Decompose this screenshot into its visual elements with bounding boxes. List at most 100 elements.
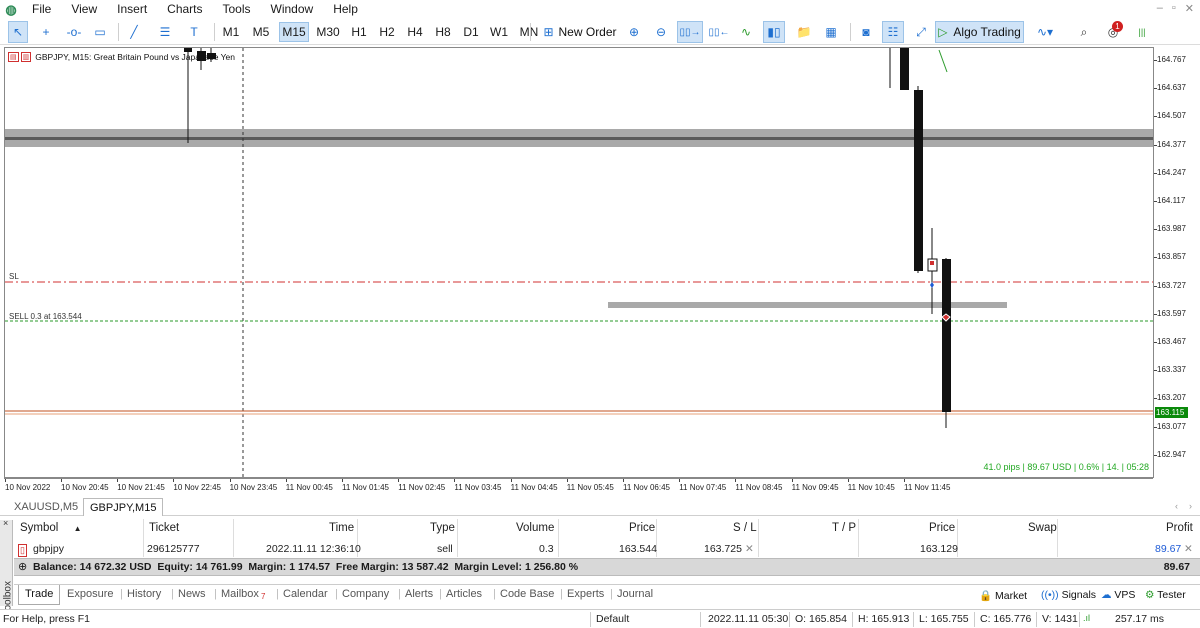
signal-strength-icon: ||| bbox=[1138, 27, 1146, 37]
rectangle-tool-icon[interactable]: ▭ bbox=[90, 21, 110, 43]
col-type[interactable]: Type bbox=[430, 522, 455, 534]
chart-tab-xauusd[interactable]: XAUUSD,M5 bbox=[8, 498, 84, 516]
tab-articles[interactable]: Articles bbox=[446, 588, 482, 600]
menu-tools[interactable]: Tools bbox=[213, 0, 261, 19]
timeframe-h2[interactable]: H2 bbox=[375, 22, 399, 42]
trendline-icon[interactable]: ╱ bbox=[124, 21, 144, 43]
crosshair-icon[interactable]: + bbox=[36, 21, 56, 43]
price-label: 164.637 bbox=[1157, 83, 1186, 93]
tab-calendar[interactable]: Calendar bbox=[283, 588, 328, 600]
minimize-icon[interactable]: – bbox=[1157, 2, 1163, 15]
timeframe-h1[interactable]: H1 bbox=[347, 22, 371, 42]
templates-icon[interactable]: 📁 bbox=[793, 21, 815, 43]
timeframe-h4[interactable]: H4 bbox=[403, 22, 427, 42]
timeframe-mn[interactable]: MN bbox=[515, 22, 543, 42]
time-label: 11 Nov 02:45 bbox=[398, 483, 446, 492]
menu-view[interactable]: View bbox=[61, 0, 107, 19]
tab-exposure[interactable]: Exposure bbox=[67, 588, 113, 600]
chart-area[interactable]: ▤ ▥ GBPJPY, M15: Great Britain Pound vs … bbox=[4, 47, 1153, 478]
tab-company[interactable]: Company bbox=[342, 588, 389, 600]
tab-mailbox[interactable]: Mailbox bbox=[221, 588, 259, 600]
time-tick bbox=[735, 479, 737, 482]
status-ping[interactable]: 257.17 ms bbox=[1115, 613, 1164, 625]
profit-info-label: 41.0 pips | 89.67 USD | 0.6% | 14. | 05:… bbox=[983, 462, 1149, 472]
toolbox-side-label[interactable]: × Toolbox bbox=[0, 518, 14, 616]
time-label: 10 Nov 22:45 bbox=[173, 483, 221, 492]
status-profile[interactable]: Default bbox=[596, 613, 629, 625]
menu-help[interactable]: Help bbox=[323, 0, 368, 19]
col-volume[interactable]: Volume bbox=[516, 522, 554, 534]
col-swap[interactable]: Swap bbox=[1028, 522, 1057, 534]
time-tick bbox=[285, 479, 287, 482]
menu-charts[interactable]: Charts bbox=[157, 0, 212, 19]
new-order-button[interactable]: ⊞ New Order bbox=[542, 21, 618, 43]
col-sl[interactable]: S / L bbox=[733, 522, 757, 534]
tabs-scroll-right-icon[interactable]: › bbox=[1189, 501, 1192, 511]
balance-add-icon[interactable]: ⊕ bbox=[18, 560, 27, 573]
col-time[interactable]: Time bbox=[329, 522, 354, 534]
candles-icon[interactable]: ▮▯ bbox=[763, 21, 785, 43]
autoscroll-icon[interactable]: ▯▯→ bbox=[677, 21, 703, 43]
chart-tab-gbpjpy[interactable]: GBPJPY,M15 bbox=[83, 498, 164, 516]
remove-sl-icon[interactable]: ✕ bbox=[745, 543, 754, 555]
tab-trade[interactable]: Trade bbox=[18, 585, 61, 605]
restore-icon[interactable]: ▫ bbox=[1172, 2, 1176, 15]
screenshot-icon[interactable]: ◙ bbox=[855, 21, 877, 43]
fullscreen-icon[interactable]: ⤢ bbox=[910, 21, 932, 43]
timeframe-m15[interactable]: M15 bbox=[279, 22, 309, 42]
close-icon[interactable]: ✕ bbox=[1185, 2, 1194, 15]
menu-file[interactable]: File bbox=[22, 0, 61, 19]
timeframe-m30[interactable]: M30 bbox=[313, 22, 343, 42]
window-controls: – ▫ ✕ bbox=[1157, 2, 1194, 15]
notifications-icon[interactable]: ◎ 1 bbox=[1102, 21, 1124, 43]
line-chart-icon[interactable]: ∿ bbox=[736, 21, 756, 43]
tester-link[interactable]: ⚙ Tester bbox=[1145, 589, 1186, 601]
timeframe-m1[interactable]: M1 bbox=[219, 22, 243, 42]
cursor-icon[interactable]: ↖ bbox=[8, 21, 28, 43]
tab-separator: | bbox=[120, 588, 123, 600]
price-axis[interactable]: 164.767 164.637 164.507 164.377 164.247 164.1… bbox=[1153, 47, 1200, 478]
fibonacci-icon[interactable]: ☰ bbox=[155, 21, 175, 43]
timeframe-m5[interactable]: M5 bbox=[247, 22, 275, 42]
tab-journal[interactable]: Journal bbox=[617, 588, 653, 600]
col-tp[interactable]: T / P bbox=[832, 522, 856, 534]
time-label: 11 Nov 01:45 bbox=[342, 483, 389, 492]
tab-separator: | bbox=[610, 588, 613, 600]
tile-windows-icon[interactable]: ▦ bbox=[820, 21, 842, 43]
text-tool-icon[interactable]: T bbox=[184, 21, 204, 43]
algo-trading-button[interactable]: ▷ Algo Trading bbox=[935, 21, 1024, 43]
col-price-current[interactable]: Price bbox=[929, 522, 955, 534]
tabs-scroll-left-icon[interactable]: ‹ bbox=[1175, 501, 1178, 511]
tab-alerts[interactable]: Alerts bbox=[405, 588, 433, 600]
close-position-icon[interactable]: ✕ bbox=[1184, 543, 1193, 555]
col-price[interactable]: Price bbox=[629, 522, 655, 534]
hline-tool-icon[interactable]: -o- bbox=[62, 21, 86, 43]
timeframe-d1[interactable]: D1 bbox=[459, 22, 483, 42]
depth-of-market-icon[interactable]: ☷ bbox=[882, 21, 904, 43]
menu-insert[interactable]: Insert bbox=[107, 0, 157, 19]
signals-link[interactable]: ((•)) Signals bbox=[1041, 589, 1096, 601]
tab-code-base[interactable]: Code Base bbox=[500, 588, 554, 600]
chart-symbol-title: GBPJPY, M15: Great Britain Pound vs Japa… bbox=[35, 52, 235, 62]
col-ticket[interactable]: Ticket bbox=[149, 522, 179, 534]
drawn-trendline[interactable] bbox=[938, 49, 948, 73]
col-symbol[interactable]: Symbol ▲ bbox=[20, 522, 81, 534]
col-profit[interactable]: Profit bbox=[1166, 522, 1193, 534]
sell-position-icon: ▯ bbox=[18, 544, 27, 557]
tab-news[interactable]: News bbox=[178, 588, 206, 600]
row-ticket: 296125777 bbox=[147, 543, 200, 555]
zoom-in-icon[interactable]: ⊕ bbox=[624, 21, 644, 43]
search-icon[interactable]: ⌕ bbox=[1074, 21, 1094, 43]
zoom-out-icon[interactable]: ⊖ bbox=[651, 21, 671, 43]
timeframe-h8[interactable]: H8 bbox=[431, 22, 455, 42]
chart-shift-icon[interactable]: ▯▯← bbox=[706, 21, 732, 43]
tab-history[interactable]: History bbox=[127, 588, 161, 600]
market-link[interactable]: 🔒 Market bbox=[979, 589, 1027, 602]
time-axis[interactable]: 10 Nov 2022 10 Nov 20:45 10 Nov 21:45 10 No… bbox=[4, 478, 1153, 498]
timeframe-w1[interactable]: W1 bbox=[487, 22, 511, 42]
tab-experts[interactable]: Experts bbox=[567, 588, 604, 600]
row-sl[interactable]: 163.725 bbox=[704, 543, 742, 555]
indicators-dropdown-icon[interactable]: ∿▾ bbox=[1030, 21, 1060, 43]
menu-window[interactable]: Window bbox=[261, 0, 324, 19]
vps-link[interactable]: ☁ VPS bbox=[1101, 589, 1135, 601]
